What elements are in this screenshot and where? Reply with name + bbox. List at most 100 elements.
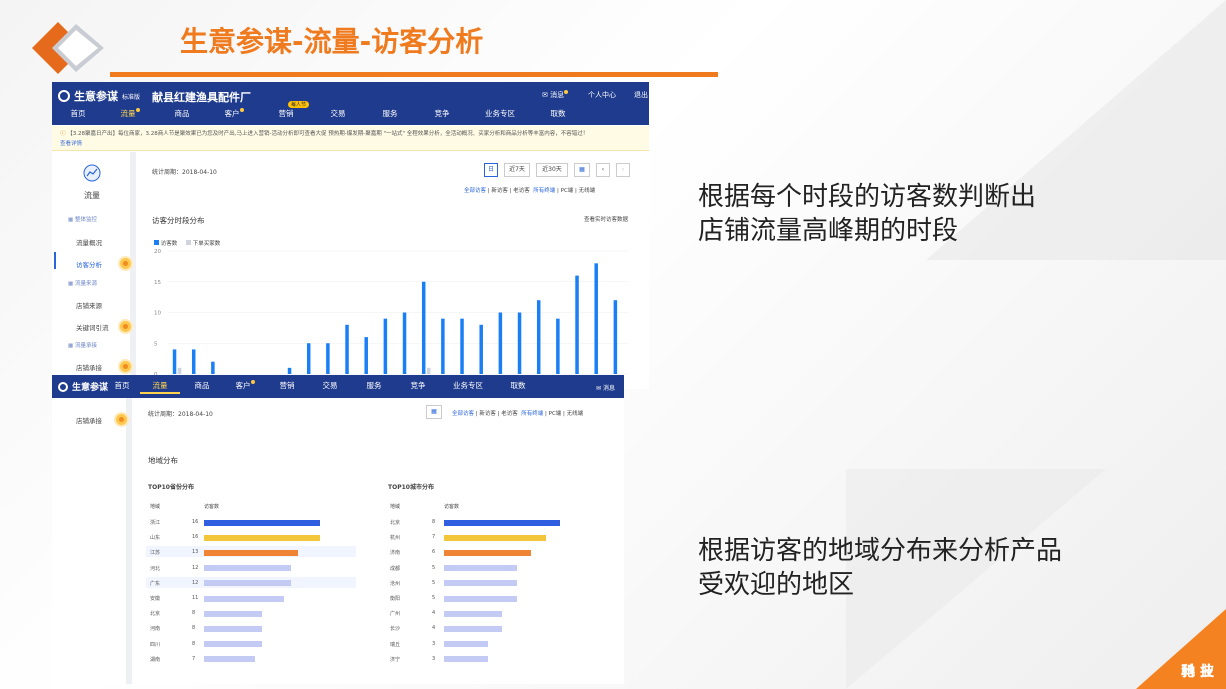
region-name: 北京 <box>390 520 401 526</box>
period-30day-button[interactable]: 近30天 <box>536 163 568 177</box>
calendar-button[interactable]: ▦ <box>426 405 442 419</box>
nav-badge: 每人节 <box>288 101 310 108</box>
nav-data-fetch[interactable]: 取数 <box>496 380 540 394</box>
personal-center-link[interactable]: 个人中心 <box>588 90 616 100</box>
nav-trade[interactable]: 交易 <box>308 380 352 394</box>
filter-wireless[interactable]: 无线端 <box>579 188 596 194</box>
sidebar-item-visitor-analysis[interactable]: 访客分析 <box>76 259 102 269</box>
sidebar: 店铺承接 <box>52 398 132 684</box>
region-bar <box>444 595 517 602</box>
onboarding-dot-icon[interactable] <box>116 414 127 425</box>
region-bar <box>444 519 560 526</box>
nav-traffic[interactable]: 流量 <box>104 108 156 122</box>
info-icon: ⓘ <box>60 131 66 137</box>
visitor-time-screenshot: 生意参谋 标准版 献县红建渔具配件厂 ✉ 消息 个人中心 退出 首页 流量 商品… <box>52 82 649 389</box>
region-name: 沧州 <box>390 580 401 587</box>
onboarding-dot-icon[interactable] <box>120 321 131 332</box>
notify-dot-icon <box>239 108 244 112</box>
chart-title: 访客分时段分布 <box>152 216 205 225</box>
nav-goods[interactable]: 商品 <box>180 380 224 394</box>
mail-icon: ✉ <box>596 385 602 392</box>
filter-wireless[interactable]: 无线端 <box>567 411 584 417</box>
nav-service[interactable]: 服务 <box>364 108 416 122</box>
chevron-right-icon: › <box>621 166 625 173</box>
nav-competition[interactable]: 竞争 <box>416 108 468 122</box>
region-bar <box>204 656 255 663</box>
sidebar-group-source: ▦ 流量来源 <box>68 279 97 287</box>
notice-bar: ⓘ 【3.28聚嘉日产出】每位商家，3.28商人节是聚效果已为您及时产出,马上进… <box>52 126 649 151</box>
nav-home[interactable]: 首页 <box>52 108 104 122</box>
city-col-visitors: 访客数 <box>444 504 460 510</box>
region-screenshot: 生意参谋 首页 流量 商品 客户 营销 交易 服务 竞争 业务专区 取数 ✉ 消… <box>52 375 624 684</box>
nav-home[interactable]: 首页 <box>104 380 140 394</box>
nav-marketing[interactable]: 营销 每人节 <box>260 101 312 122</box>
callout-time: 根据每个时段的访客数判断出 店铺流量高峰期的时段 <box>698 180 1036 248</box>
visitor-bar <box>306 343 311 374</box>
nav-customer[interactable]: 客户 <box>208 108 260 122</box>
filter-all-terminals[interactable]: 所有终端 <box>533 188 555 194</box>
filter-old-visitors[interactable]: 老访客 <box>501 411 518 417</box>
filter-pc[interactable]: PC端 <box>549 411 562 417</box>
nav-competition[interactable]: 竞争 <box>396 380 440 394</box>
sidebar-item-shop-landing[interactable]: 店铺承接 <box>76 362 102 372</box>
edition-label: 标准版 <box>122 93 141 101</box>
region-name: 济南 <box>390 550 401 557</box>
sidebar-item-keyword[interactable]: 关键词引流 <box>76 322 109 332</box>
realtime-data-link[interactable]: 查看实时访客数据 <box>584 215 628 223</box>
filter-new-visitors[interactable]: 新访客 <box>479 411 496 417</box>
region-value: 8 <box>192 610 196 617</box>
nav-goods[interactable]: 商品 <box>156 108 208 122</box>
nav-marketing[interactable]: 营销 <box>266 380 308 394</box>
nav-traffic[interactable]: 流量 <box>140 380 180 394</box>
region-bar <box>444 656 488 663</box>
onboarding-dot-icon[interactable] <box>120 258 131 269</box>
group-label: 流量来源 <box>74 281 97 287</box>
sidebar-item-shop-landing[interactable]: 店铺承接 <box>76 415 102 425</box>
nav-service[interactable]: 服务 <box>352 380 396 394</box>
filter-all-visitors[interactable]: 全部访客 <box>452 411 474 417</box>
region-bar <box>204 641 262 648</box>
nav-customer[interactable]: 客户 <box>224 380 266 394</box>
filter-all-visitors[interactable]: 全部访客 <box>464 188 486 194</box>
region-name: 山东 <box>150 535 161 542</box>
nav-business-zone[interactable]: 业务专区 <box>468 108 532 122</box>
filter-all-terminals[interactable]: 所有终端 <box>521 411 543 417</box>
message-link[interactable]: ✉ 消息 <box>596 383 615 392</box>
logout-link[interactable]: 退出 <box>634 90 648 100</box>
visitor-bar <box>613 300 618 374</box>
notify-dot-icon <box>564 90 569 94</box>
notice-detail-link[interactable]: 查看详情 <box>60 141 82 147</box>
sidebar-item-traffic-overview[interactable]: 流量概况 <box>76 237 102 247</box>
region-value: 16 <box>192 519 199 525</box>
nav-business-zone[interactable]: 业务专区 <box>440 380 496 394</box>
main-nav: 首页 流量 商品 客户 营销 每人节 交易 服务 竞争 业务专区 取数 <box>52 101 649 122</box>
onboarding-dot-icon[interactable] <box>120 361 131 372</box>
region-value: 5 <box>432 564 436 571</box>
visitor-bar <box>172 349 177 374</box>
nav-data-fetch[interactable]: 取数 <box>532 108 584 122</box>
filter-new-visitors[interactable]: 新访客 <box>491 188 508 194</box>
nav-trade[interactable]: 交易 <box>312 108 364 122</box>
period-day-button[interactable]: 日 <box>484 163 498 177</box>
sidebar-item-shop-source[interactable]: 店铺来源 <box>76 300 102 310</box>
region-value: 7 <box>192 655 196 662</box>
diamond-logo-icon <box>32 22 104 74</box>
visitor-bar <box>575 275 579 374</box>
region-value: 12 <box>192 579 199 586</box>
region-name: 瑞丘 <box>390 641 401 648</box>
calendar-button[interactable]: ▦ <box>574 163 590 177</box>
message-link[interactable]: ✉ 消息 <box>542 90 569 100</box>
region-value: 8 <box>432 519 436 525</box>
next-button[interactable]: › <box>616 163 630 177</box>
title-underline <box>110 72 718 77</box>
sidebar-title: 流量 <box>84 191 100 200</box>
message-label: 消息 <box>550 91 565 99</box>
period-7day-button[interactable]: 近7天 <box>504 163 530 177</box>
filter-old-visitors[interactable]: 老访客 <box>513 188 530 194</box>
nav-marketing-label: 营销 <box>278 109 294 118</box>
prev-button[interactable]: ‹ <box>596 163 610 177</box>
nav-traffic-label: 流量 <box>120 109 136 118</box>
brand-logo-icon <box>58 90 70 102</box>
city-title: TOP10城市分布 <box>388 484 434 491</box>
filter-pc[interactable]: PC端 <box>561 188 574 194</box>
